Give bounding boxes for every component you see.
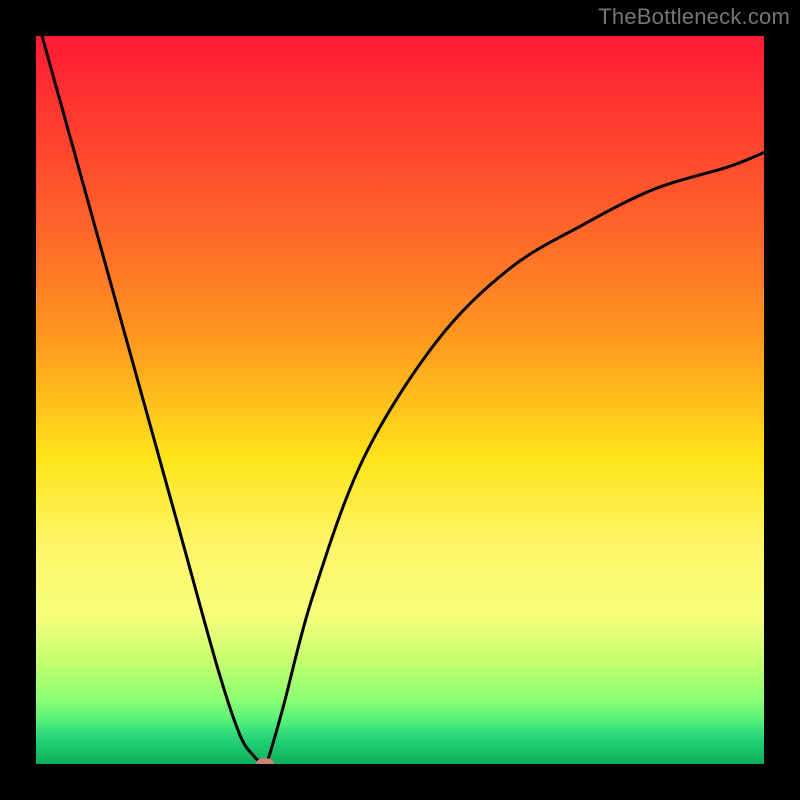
- bottleneck-curve: [36, 36, 764, 764]
- minimum-marker: [256, 758, 274, 764]
- watermark-text: TheBottleneck.com: [598, 4, 790, 30]
- chart-frame: TheBottleneck.com: [0, 0, 800, 800]
- plot-area: [36, 36, 764, 764]
- curve-path: [36, 36, 764, 764]
